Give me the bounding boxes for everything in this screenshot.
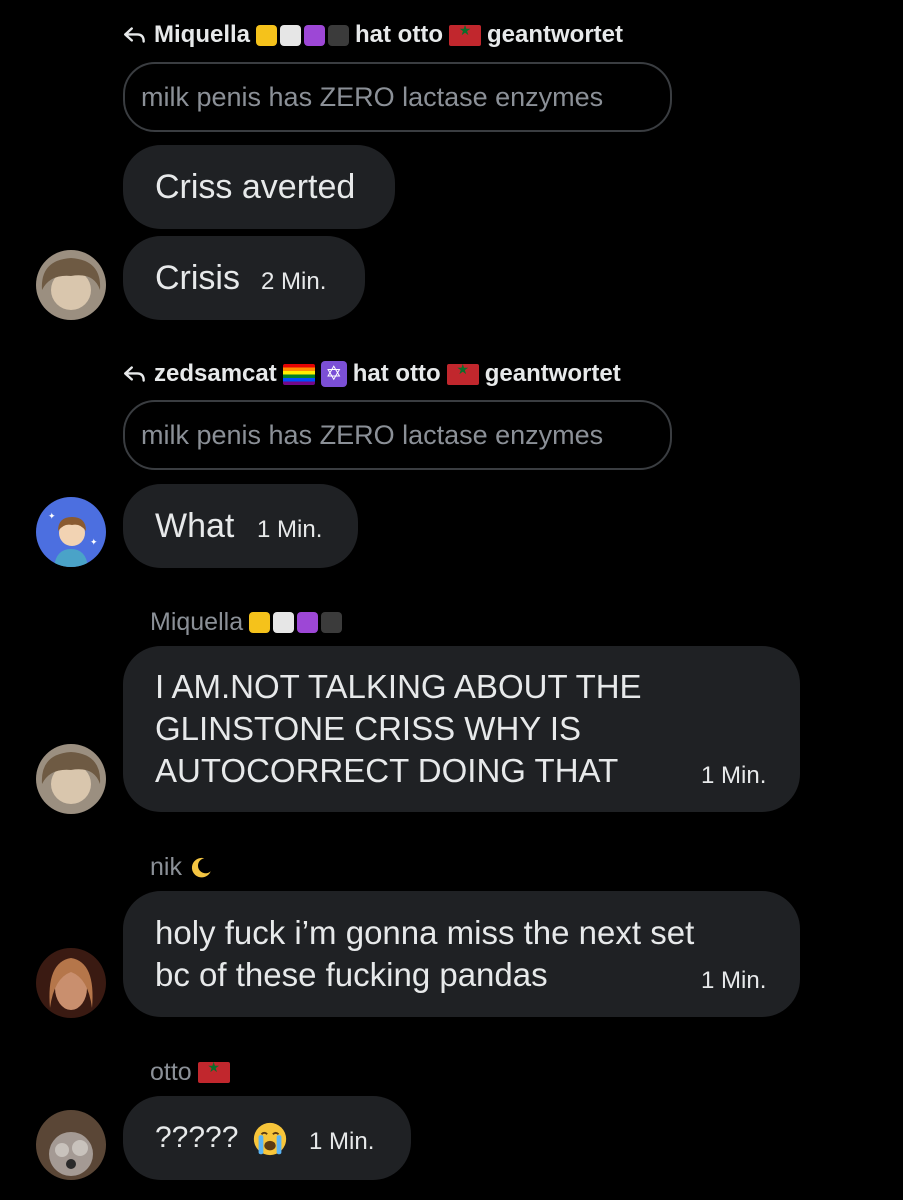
avatar-miquella[interactable] (36, 250, 106, 320)
sender-name: nik (150, 853, 182, 881)
morocco-flag-icon (446, 361, 479, 385)
white-square-icon (280, 24, 302, 46)
star-of-david-icon: ✡ (320, 361, 347, 387)
message-timestamp: 1 Min. (701, 762, 767, 789)
reply-arrow-icon (124, 366, 145, 382)
svg-text:✦: ✦ (90, 537, 98, 547)
reply-verb: hat otto (355, 21, 443, 48)
reply-verb: hat otto (352, 360, 441, 387)
yellow-square-icon (256, 24, 278, 46)
sender-name-row: otto (150, 1058, 230, 1087)
message-bubble-autocorrect[interactable]: I AM.NOT TALKING ABOUT THE GLINSTONE CRI… (123, 646, 800, 812)
rainbow-flag-icon (282, 363, 315, 385)
reply-header-2: zedsamcat ✡ hat otto geantwortet (122, 360, 621, 388)
message-timestamp: 2 Min. (261, 268, 327, 295)
message-text: I AM.NOT TALKING ABOUT THE GLINSTONE CRI… (155, 668, 642, 789)
sender-name: otto (150, 1058, 192, 1086)
reply-arrow-icon (124, 27, 145, 43)
message-text: What (155, 507, 235, 545)
sender-name-row: nik (150, 853, 214, 882)
avatar-zedsamcat[interactable]: ✦ ✦ (36, 497, 106, 567)
avatar-image (36, 948, 106, 1018)
message-timestamp: 1 Min. (701, 967, 767, 994)
black-square-icon (321, 612, 343, 633)
reply-header-1: Miquella hat otto geantwortet (122, 21, 623, 49)
yellow-square-icon (249, 612, 271, 633)
quoted-message-2[interactable]: milk penis has ZERO lactase enzymes (123, 400, 672, 470)
quoted-message-1[interactable]: milk penis has ZERO lactase enzymes (123, 62, 672, 132)
emoji-squares (256, 24, 350, 46)
sender-name-row: Miquella (150, 608, 343, 637)
reply-from-name: Miquella (154, 21, 251, 48)
quoted-text: milk penis has ZERO lactase enzymes (141, 81, 604, 112)
avatar-image (36, 1110, 106, 1180)
message-timestamp: 1 Min. (257, 516, 323, 543)
message-bubble-what[interactable]: What 1 Min. (123, 484, 358, 568)
message-text: ????? (155, 1121, 239, 1154)
loudly-crying-face-icon (253, 1122, 287, 1156)
avatar-nik[interactable] (36, 948, 106, 1018)
avatar-miquella[interactable] (36, 744, 106, 814)
reply-from-name: zedsamcat (154, 360, 277, 387)
reply-suffix: geantwortet (487, 21, 624, 48)
message-bubble-criss-averted[interactable]: Criss averted (123, 145, 395, 229)
message-text: Criss averted (155, 168, 356, 206)
svg-text:✦: ✦ (48, 511, 56, 521)
message-timestamp: 1 Min. (309, 1128, 375, 1155)
message-bubble-crisis[interactable]: Crisis 2 Min. (123, 236, 365, 320)
sender-name: Miquella (150, 608, 244, 636)
emoji-squares (249, 612, 343, 633)
message-bubble-question[interactable]: ????? 1 Min. (123, 1096, 411, 1180)
morocco-flag-icon (197, 1059, 230, 1083)
message-text: Crisis (155, 259, 240, 297)
avatar-image: ✦ ✦ (36, 497, 106, 567)
white-square-icon (273, 612, 295, 633)
quoted-text: milk penis has ZERO lactase enzymes (141, 419, 604, 450)
purple-square-icon (297, 612, 319, 633)
avatar-image (36, 250, 106, 320)
black-square-icon (328, 24, 350, 46)
avatar-otto[interactable] (36, 1110, 106, 1180)
message-text: holy fuck i’m gonna miss the next set bc… (155, 914, 695, 993)
message-bubble-pandas[interactable]: holy fuck i’m gonna miss the next set bc… (123, 891, 800, 1017)
avatar-image (36, 744, 106, 814)
morocco-flag-icon (449, 22, 481, 46)
purple-square-icon (304, 24, 326, 46)
reply-suffix: geantwortet (484, 360, 621, 387)
crescent-moon-icon (191, 857, 211, 877)
